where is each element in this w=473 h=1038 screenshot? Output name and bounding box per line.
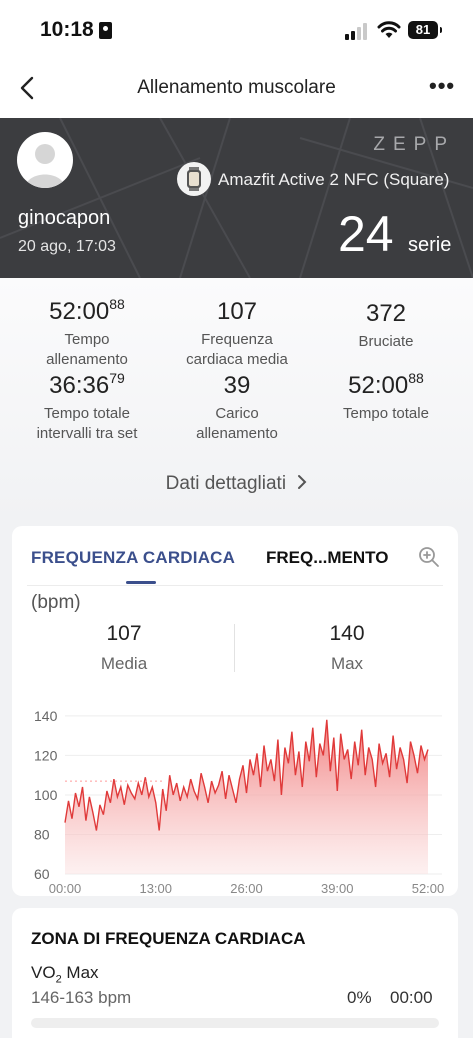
sets-count: 24: [338, 206, 394, 262]
x-tick-label: 39:00: [321, 881, 354, 894]
zoom-in-icon[interactable]: [418, 546, 440, 568]
x-tick-label: 26:00: [230, 881, 263, 894]
zone-percent: 0%: [347, 988, 372, 1007]
heart-rate-card: FREQUENZA CARDIACA FREQ...MENTO (bpm) 10…: [12, 526, 458, 896]
avatar[interactable]: [17, 132, 73, 188]
stat-total-time: 52:0088 Tempo totale: [343, 370, 429, 422]
workout-stats: 52:0088 Tempo allenamento 107 Frequenza …: [0, 278, 473, 518]
tab-heart-rate[interactable]: FREQUENZA CARDIACA: [31, 548, 235, 568]
y-tick-label: 120: [34, 747, 58, 763]
tab-divider: [27, 585, 443, 586]
max-hr-value: 140: [329, 622, 365, 645]
stat-avg-heart-rate: 107 Frequenza cardiaca media: [186, 298, 288, 368]
stat-workout-time: 52:0088 Tempo allenamento: [46, 296, 128, 368]
heart-rate-chart: 140 120 100 80 60 00:00 13:00 26:00 39:00 52:00: [34, 708, 445, 894]
chevron-right-icon: [297, 474, 307, 496]
battery-icon: 81: [408, 21, 442, 39]
max-hr-label: Max: [330, 654, 364, 673]
stat-rest-time: 36:3679 Tempo totale intervalli tra set: [36, 370, 138, 442]
top-navigation-bar: Allenamento muscolare •••: [0, 60, 473, 118]
detailed-data-label: Dati dettagliati: [165, 473, 287, 494]
y-tick-label: 100: [34, 787, 58, 803]
username: ginocapon: [18, 207, 111, 229]
device-name: Amazfit Active 2 NFC (Square): [218, 170, 450, 189]
x-tick-label: 00:00: [49, 881, 82, 894]
stat-training-load: 39 Carico allenamento: [196, 372, 278, 442]
page-title: Allenamento muscolare: [137, 77, 336, 98]
more-options-icon[interactable]: •••: [429, 75, 455, 100]
brand-logo: ZEPP: [373, 134, 455, 155]
value-divider: [234, 624, 235, 672]
heart-rate-zone-card: ZONA DI FREQUENZA CARDIACA VO2 Max 146-1…: [12, 908, 458, 1038]
contact-card-icon: [99, 22, 112, 39]
watch-icon: [177, 162, 211, 196]
zone-section-title: ZONA DI FREQUENZA CARDIACA: [31, 929, 306, 948]
workout-date: 20 ago, 17:03: [18, 238, 116, 255]
status-time: 10:18: [40, 18, 94, 41]
avg-hr-value: 107: [106, 622, 142, 645]
wifi-icon: [377, 21, 401, 38]
status-bar: 10:18 81: [0, 0, 473, 60]
unit-label: (bpm): [31, 592, 81, 613]
cellular-signal-icon: [345, 22, 371, 40]
zone-range: 146-163 bpm: [31, 988, 132, 1007]
sets-unit: serie: [408, 234, 452, 256]
zone-time: 00:00: [390, 988, 433, 1007]
zone-name: VO2 Max: [31, 963, 99, 986]
stat-burned: 372 Bruciate: [358, 300, 414, 350]
tab-other-metric[interactable]: FREQ...MENTO: [266, 548, 388, 568]
x-tick-label: 13:00: [139, 881, 172, 894]
workout-header: ZEPP Amazfit Active 2 NFC (Square) ginoc…: [0, 118, 473, 278]
heart-rate-area: [65, 719, 428, 874]
active-tab-indicator: [126, 581, 156, 584]
y-tick-label: 140: [34, 708, 58, 724]
default-user-icon: [25, 144, 65, 188]
detailed-data-link[interactable]: Dati dettagliati: [0, 473, 473, 496]
zone-progress-bar: [31, 1018, 439, 1028]
avg-hr-label: Media: [100, 654, 148, 673]
y-tick-label: 60: [34, 866, 50, 882]
x-tick-label: 52:00: [412, 881, 445, 894]
y-tick-label: 80: [34, 826, 50, 842]
